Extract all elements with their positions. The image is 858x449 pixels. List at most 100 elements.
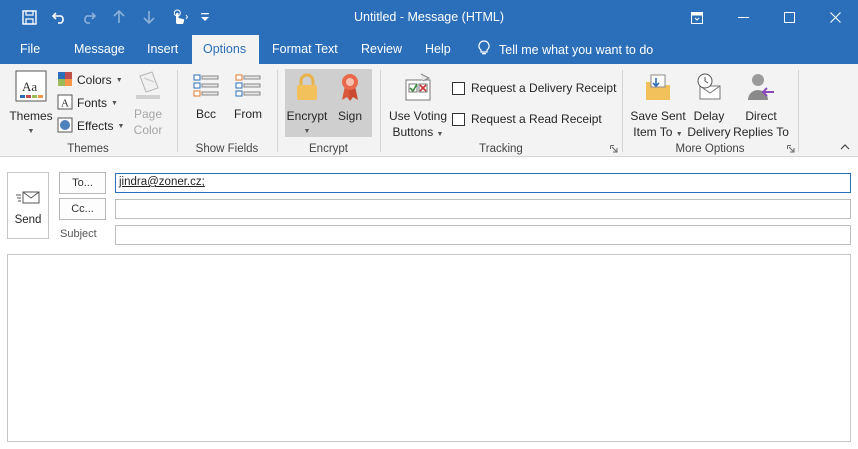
lightbulb-icon: [478, 40, 490, 59]
lock-icon: [286, 72, 328, 106]
from-field-icon: [230, 72, 266, 104]
dialog-launcher-icon[interactable]: [610, 145, 618, 153]
subject-field[interactable]: [115, 225, 851, 245]
voting-label-2-row: Buttons ▼: [387, 124, 449, 143]
themes-icon: Aa: [9, 70, 53, 106]
bcc-field-icon: [188, 72, 224, 104]
fonts-icon: A: [57, 94, 73, 113]
direct-replies-button[interactable]: Direct Replies To: [733, 72, 789, 140]
save-sent-label-1: Save Sent: [630, 109, 686, 123]
send-label: Send: [14, 214, 42, 226]
colors-label: Colors: [77, 73, 112, 87]
from-label: From: [234, 107, 262, 121]
minimize-icon[interactable]: [720, 0, 766, 35]
checkbox-icon[interactable]: [452, 112, 465, 126]
themes-label: Themes: [9, 109, 53, 123]
direct-replies-label-2: Replies To: [733, 125, 789, 139]
group-separator: [380, 70, 381, 152]
delivery-receipt-label: Request a Delivery Receipt: [471, 81, 617, 95]
chevron-down-icon: ▼: [117, 122, 125, 130]
more-options-group-label: More Options: [675, 143, 745, 155]
from-button[interactable]: From: [230, 72, 266, 122]
page-color-label-2: Color: [133, 123, 163, 137]
save-sent-label-2-row: Item To ▼: [630, 124, 686, 143]
svg-text:Aa: Aa: [22, 79, 37, 94]
chevron-down-icon: ▼: [27, 128, 35, 135]
read-receipt-label: Request a Read Receipt: [471, 112, 602, 126]
tracking-group-label: Tracking: [479, 143, 523, 155]
tab-options[interactable]: Options: [192, 35, 259, 64]
group-separator: [622, 70, 623, 152]
chevron-down-icon: ▼: [436, 131, 444, 138]
direct-replies-label-1: Direct: [745, 109, 777, 123]
page-color-label-1: Page: [133, 107, 163, 121]
delay-label-2: Delivery: [687, 125, 731, 139]
cc-button[interactable]: Cc...: [59, 198, 106, 220]
read-receipt-checkbox[interactable]: Request a Read Receipt: [452, 109, 602, 129]
sign-button[interactable]: Sign: [332, 72, 368, 124]
effects-label: Effects: [77, 119, 114, 133]
voting-buttons-button[interactable]: Use Voting Buttons ▼: [387, 72, 449, 143]
delivery-receipt-checkbox[interactable]: Request a Delivery Receipt: [452, 78, 616, 98]
colors-icon: [57, 71, 73, 90]
compose-area: Send To... jindra@zoner.cz; Cc... Subjec…: [0, 158, 858, 449]
tell-me-label: Tell me what you want to do: [499, 42, 654, 57]
effects-icon: [57, 117, 73, 136]
voting-ballot-icon: [387, 72, 449, 106]
themes-group-label: Themes: [67, 143, 109, 155]
subject-label: Subject: [60, 228, 97, 240]
close-icon[interactable]: [812, 0, 858, 35]
effects-button[interactable]: Effects ▼: [57, 116, 124, 136]
recipient-token[interactable]: jindra@zoner.cz;: [119, 176, 205, 188]
message-body[interactable]: [7, 254, 851, 442]
colors-button[interactable]: Colors ▼: [57, 70, 123, 90]
page-color-button[interactable]: Page Color: [127, 70, 169, 138]
tab-format-text[interactable]: Format Text: [261, 35, 349, 64]
collapse-ribbon-icon[interactable]: [840, 144, 850, 150]
delay-clock-icon: [686, 72, 732, 106]
chevron-down-icon: ▼: [111, 99, 118, 107]
dialog-launcher-icon[interactable]: [787, 145, 795, 153]
maximize-icon[interactable]: [766, 0, 812, 35]
bcc-label: Bcc: [195, 107, 216, 121]
send-button[interactable]: Send: [7, 172, 49, 239]
ribbon-badge-icon: [332, 72, 368, 106]
checkbox-icon[interactable]: [452, 81, 465, 95]
title-bar: Untitled - Message (HTML): [0, 0, 858, 35]
tab-file[interactable]: File: [9, 35, 51, 64]
save-sent-label-2: Item To: [633, 125, 673, 139]
encrypt-label: Encrypt: [286, 109, 328, 123]
cc-field[interactable]: [115, 199, 851, 219]
fonts-label: Fonts: [77, 96, 108, 110]
delay-delivery-button[interactable]: Delay Delivery: [686, 72, 732, 140]
encrypt-button[interactable]: Encrypt ▼: [286, 72, 328, 140]
ribbon-display-options-icon[interactable]: [674, 0, 720, 35]
bcc-button[interactable]: Bcc: [188, 72, 224, 122]
chevron-down-icon: ▼: [303, 128, 311, 135]
to-button[interactable]: To...: [59, 172, 106, 194]
paint-bucket-icon: [127, 70, 169, 104]
tell-me-search[interactable]: Tell me what you want to do: [478, 35, 653, 64]
svg-text:A: A: [61, 97, 69, 109]
show-fields-group-label: Show Fields: [195, 143, 259, 155]
ribbon-tabs: File Message Insert Options Format Text …: [0, 35, 858, 64]
encrypt-group-label: Encrypt: [309, 143, 348, 155]
tab-review[interactable]: Review: [350, 35, 413, 64]
tab-help[interactable]: Help: [414, 35, 462, 64]
fonts-button[interactable]: A Fonts ▼: [57, 93, 118, 113]
save-sent-folder-icon: [630, 72, 686, 106]
to-field[interactable]: jindra@zoner.cz;: [115, 173, 851, 193]
chevron-down-icon: ▼: [675, 131, 683, 138]
group-separator: [798, 70, 799, 152]
tab-insert[interactable]: Insert: [136, 35, 189, 64]
delay-label-1: Delay: [693, 109, 725, 123]
ribbon: Aa Themes ▼ Colors ▼ A Fonts ▼ Effects ▼…: [0, 64, 858, 157]
sign-label: Sign: [337, 109, 363, 123]
save-sent-item-button[interactable]: Save Sent Item To ▼: [630, 72, 686, 143]
tab-message[interactable]: Message: [63, 35, 136, 64]
direct-replies-person-icon: [733, 72, 789, 106]
group-separator: [277, 70, 278, 152]
themes-button[interactable]: Aa Themes ▼: [9, 70, 53, 140]
voting-label-2: Buttons: [392, 125, 434, 139]
voting-label-1: Use Voting: [388, 109, 448, 123]
